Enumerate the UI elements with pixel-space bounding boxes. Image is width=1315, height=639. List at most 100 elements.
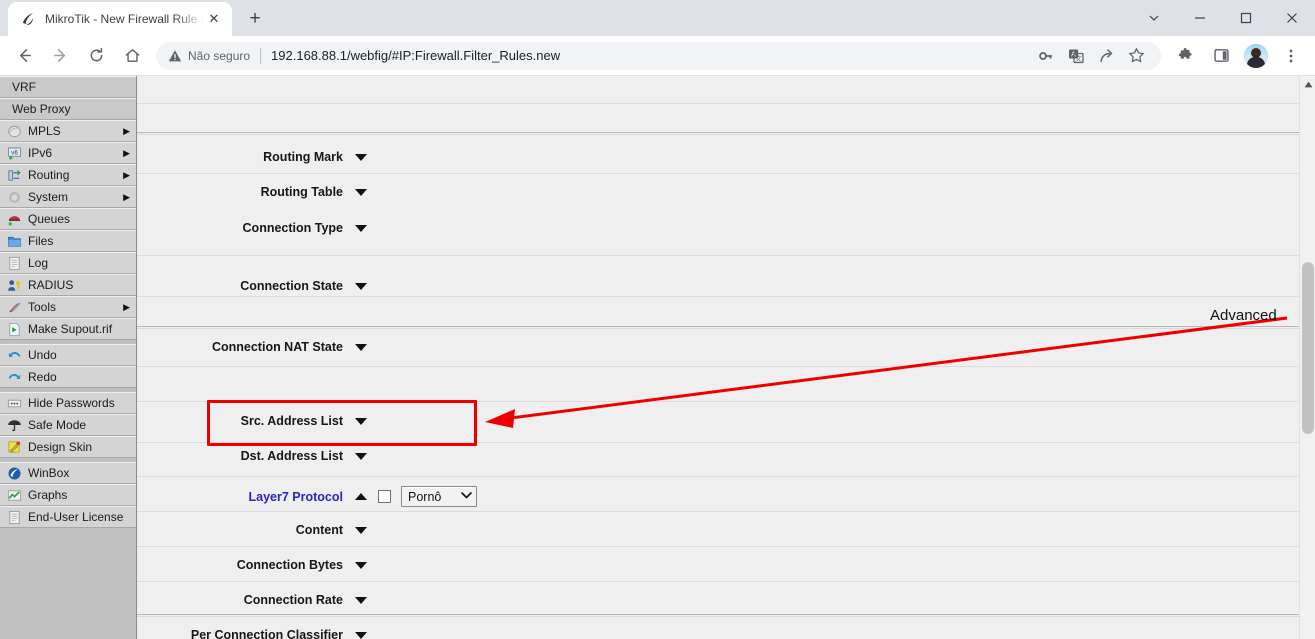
row-separator — [137, 581, 1315, 582]
new-tab-button[interactable]: + — [241, 5, 269, 33]
sidebar-item-label: Safe Mode — [28, 418, 87, 432]
tab-close-icon[interactable]: ✕ — [204, 9, 224, 29]
reload-icon[interactable] — [82, 42, 110, 70]
form-row-label: Connection Type — [242, 221, 343, 235]
sidebar-item-graphs[interactable]: Graphs — [0, 484, 136, 506]
security-indicator[interactable]: Não seguro — [168, 49, 250, 63]
home-icon[interactable] — [118, 42, 146, 70]
sidebar-item-label: Undo — [28, 348, 57, 362]
chevron-down-icon[interactable] — [355, 526, 367, 534]
address-bar[interactable]: Não seguro 192.168.88.1/webfig/#IP:Firew… — [156, 41, 1161, 70]
sidebar-item-routing[interactable]: Routing ▶ — [0, 164, 136, 186]
extensions-puzzle-icon[interactable] — [1171, 42, 1199, 70]
page-content: VRF Web Proxy MPLS ▶ v6 IPv6 ▶ Routing ▶… — [0, 76, 1315, 639]
row-separator — [137, 442, 1315, 443]
chevron-down-icon[interactable] — [355, 596, 367, 604]
tab-search-icon[interactable] — [1131, 2, 1177, 34]
svg-text:v6: v6 — [11, 149, 18, 156]
sidebar-item-safe-mode[interactable]: Safe Mode — [0, 414, 136, 436]
sidebar-group-settings: Hide Passwords Safe Mode Design Skin — [0, 392, 136, 458]
chevron-right-icon: ▶ — [123, 301, 130, 312]
form-row-routing-mark: Routing Mark — [137, 150, 1315, 164]
sidebar-item-design-skin[interactable]: Design Skin — [0, 436, 136, 458]
sidebar-item-queues[interactable]: Queues — [0, 208, 136, 230]
form-row-label: Per Connection Classifier — [190, 628, 343, 639]
form-row-per-connection-classifier: Per Connection Classifier — [137, 628, 1315, 639]
sidebar-item-ipv6[interactable]: v6 IPv6 ▶ — [0, 142, 136, 164]
form-row-control — [355, 282, 1315, 290]
chevron-down-icon[interactable] — [355, 343, 367, 351]
form-row-label: Connection State — [240, 279, 343, 293]
sidebar-item-make-supout[interactable]: Make Supout.rif — [0, 318, 136, 340]
chevron-down-icon[interactable] — [355, 452, 367, 460]
layer7-protocol-select[interactable]: Pornô — [401, 486, 477, 507]
layer7-protocol-label[interactable]: Layer7 Protocol — [137, 490, 355, 504]
caret-up-icon[interactable] — [355, 493, 367, 500]
maximize-icon[interactable] — [1223, 2, 1269, 34]
sidebar-item-winbox[interactable]: WinBox — [0, 462, 136, 484]
chevron-down-icon[interactable] — [355, 561, 367, 569]
sidebar-item-web-proxy[interactable]: Web Proxy — [0, 98, 136, 120]
row-separator — [137, 476, 1315, 477]
avatar-body — [1247, 56, 1265, 68]
sidebar-item-label: Graphs — [28, 488, 68, 502]
group-separator — [137, 326, 1315, 329]
form-row-control — [355, 188, 1315, 196]
chevron-down-icon[interactable] — [355, 282, 367, 290]
sidebar-group-misc: WinBox Graphs End-User License — [0, 462, 136, 528]
tab-strip: MikroTik - New Firewall Rule at a ✕ + — [0, 0, 1315, 36]
chevron-right-icon: ▶ — [123, 125, 130, 136]
sidebar-item-redo[interactable]: Redo — [0, 366, 136, 388]
chevron-down-icon[interactable] — [355, 417, 367, 425]
key-icon[interactable] — [1034, 44, 1058, 68]
chevron-down-icon[interactable] — [355, 224, 367, 232]
tab-title: MikroTik - New Firewall Rule at a — [45, 12, 204, 26]
form-row-control — [355, 596, 1315, 604]
browser-menu-icon[interactable] — [1277, 42, 1305, 70]
sidebar-item-label: Routing — [28, 168, 70, 182]
bookmark-star-icon[interactable] — [1124, 44, 1148, 68]
sidebar-group-history: Undo Redo — [0, 344, 136, 388]
forward-icon[interactable] — [46, 42, 74, 70]
form-row-src-address-list: Src. Address List — [137, 414, 1315, 428]
scroll-up-arrow-icon[interactable] — [1300, 76, 1315, 93]
row-separator — [137, 401, 1315, 402]
sidebar-item-undo[interactable]: Undo — [0, 344, 136, 366]
sidebar-item-mpls[interactable]: MPLS ▶ — [0, 120, 136, 142]
sidebar-item-label: Queues — [28, 212, 71, 226]
winbox-icon — [6, 465, 22, 481]
layer7-negate-checkbox[interactable] — [378, 490, 391, 503]
scrollbar-thumb[interactable] — [1302, 262, 1314, 434]
webfig-sidebar: VRF Web Proxy MPLS ▶ v6 IPv6 ▶ Routing ▶… — [0, 76, 137, 639]
sidebar-item-vrf[interactable]: VRF — [0, 76, 136, 98]
graphs-icon — [6, 487, 22, 503]
back-icon[interactable] — [10, 42, 38, 70]
sidebar-item-log[interactable]: Log — [0, 252, 136, 274]
sidebar-item-tools[interactable]: Tools ▶ — [0, 296, 136, 318]
translate-icon[interactable]: A文 — [1064, 44, 1088, 68]
browser-tab[interactable]: MikroTik - New Firewall Rule at a ✕ — [8, 2, 232, 36]
close-window-icon[interactable] — [1269, 2, 1315, 34]
page-scrollbar[interactable] — [1299, 76, 1315, 639]
chevron-down-icon[interactable] — [355, 631, 367, 639]
share-icon[interactable] — [1094, 44, 1118, 68]
omnibox-actions: A文 — [1031, 44, 1151, 68]
sidebar-item-label: Files — [28, 234, 54, 248]
chevron-down-icon[interactable] — [355, 153, 367, 161]
sidebar-item-radius[interactable]: RADIUS — [0, 274, 136, 296]
side-panel-icon[interactable] — [1207, 42, 1235, 70]
profile-avatar[interactable] — [1244, 43, 1268, 68]
sidebar-item-label: IPv6 — [28, 146, 53, 160]
form-row-label: Routing Table — [260, 185, 343, 199]
hide-passwords-icon — [6, 395, 22, 411]
form-row-content: Content — [137, 523, 1315, 537]
sidebar-item-system[interactable]: System ▶ — [0, 186, 136, 208]
minimize-icon[interactable] — [1177, 2, 1223, 34]
row-separator — [137, 173, 1315, 174]
form-row-connection-type: Connection Type — [137, 221, 1315, 235]
sidebar-item-hide-passwords[interactable]: Hide Passwords — [0, 392, 136, 414]
chevron-down-icon[interactable] — [355, 188, 367, 196]
sidebar-item-files[interactable]: Files — [0, 230, 136, 252]
url-text[interactable]: 192.168.88.1/webfig/#IP:Firewall.Filter_… — [271, 48, 1031, 63]
sidebar-item-end-user-license[interactable]: End-User License — [0, 506, 136, 528]
